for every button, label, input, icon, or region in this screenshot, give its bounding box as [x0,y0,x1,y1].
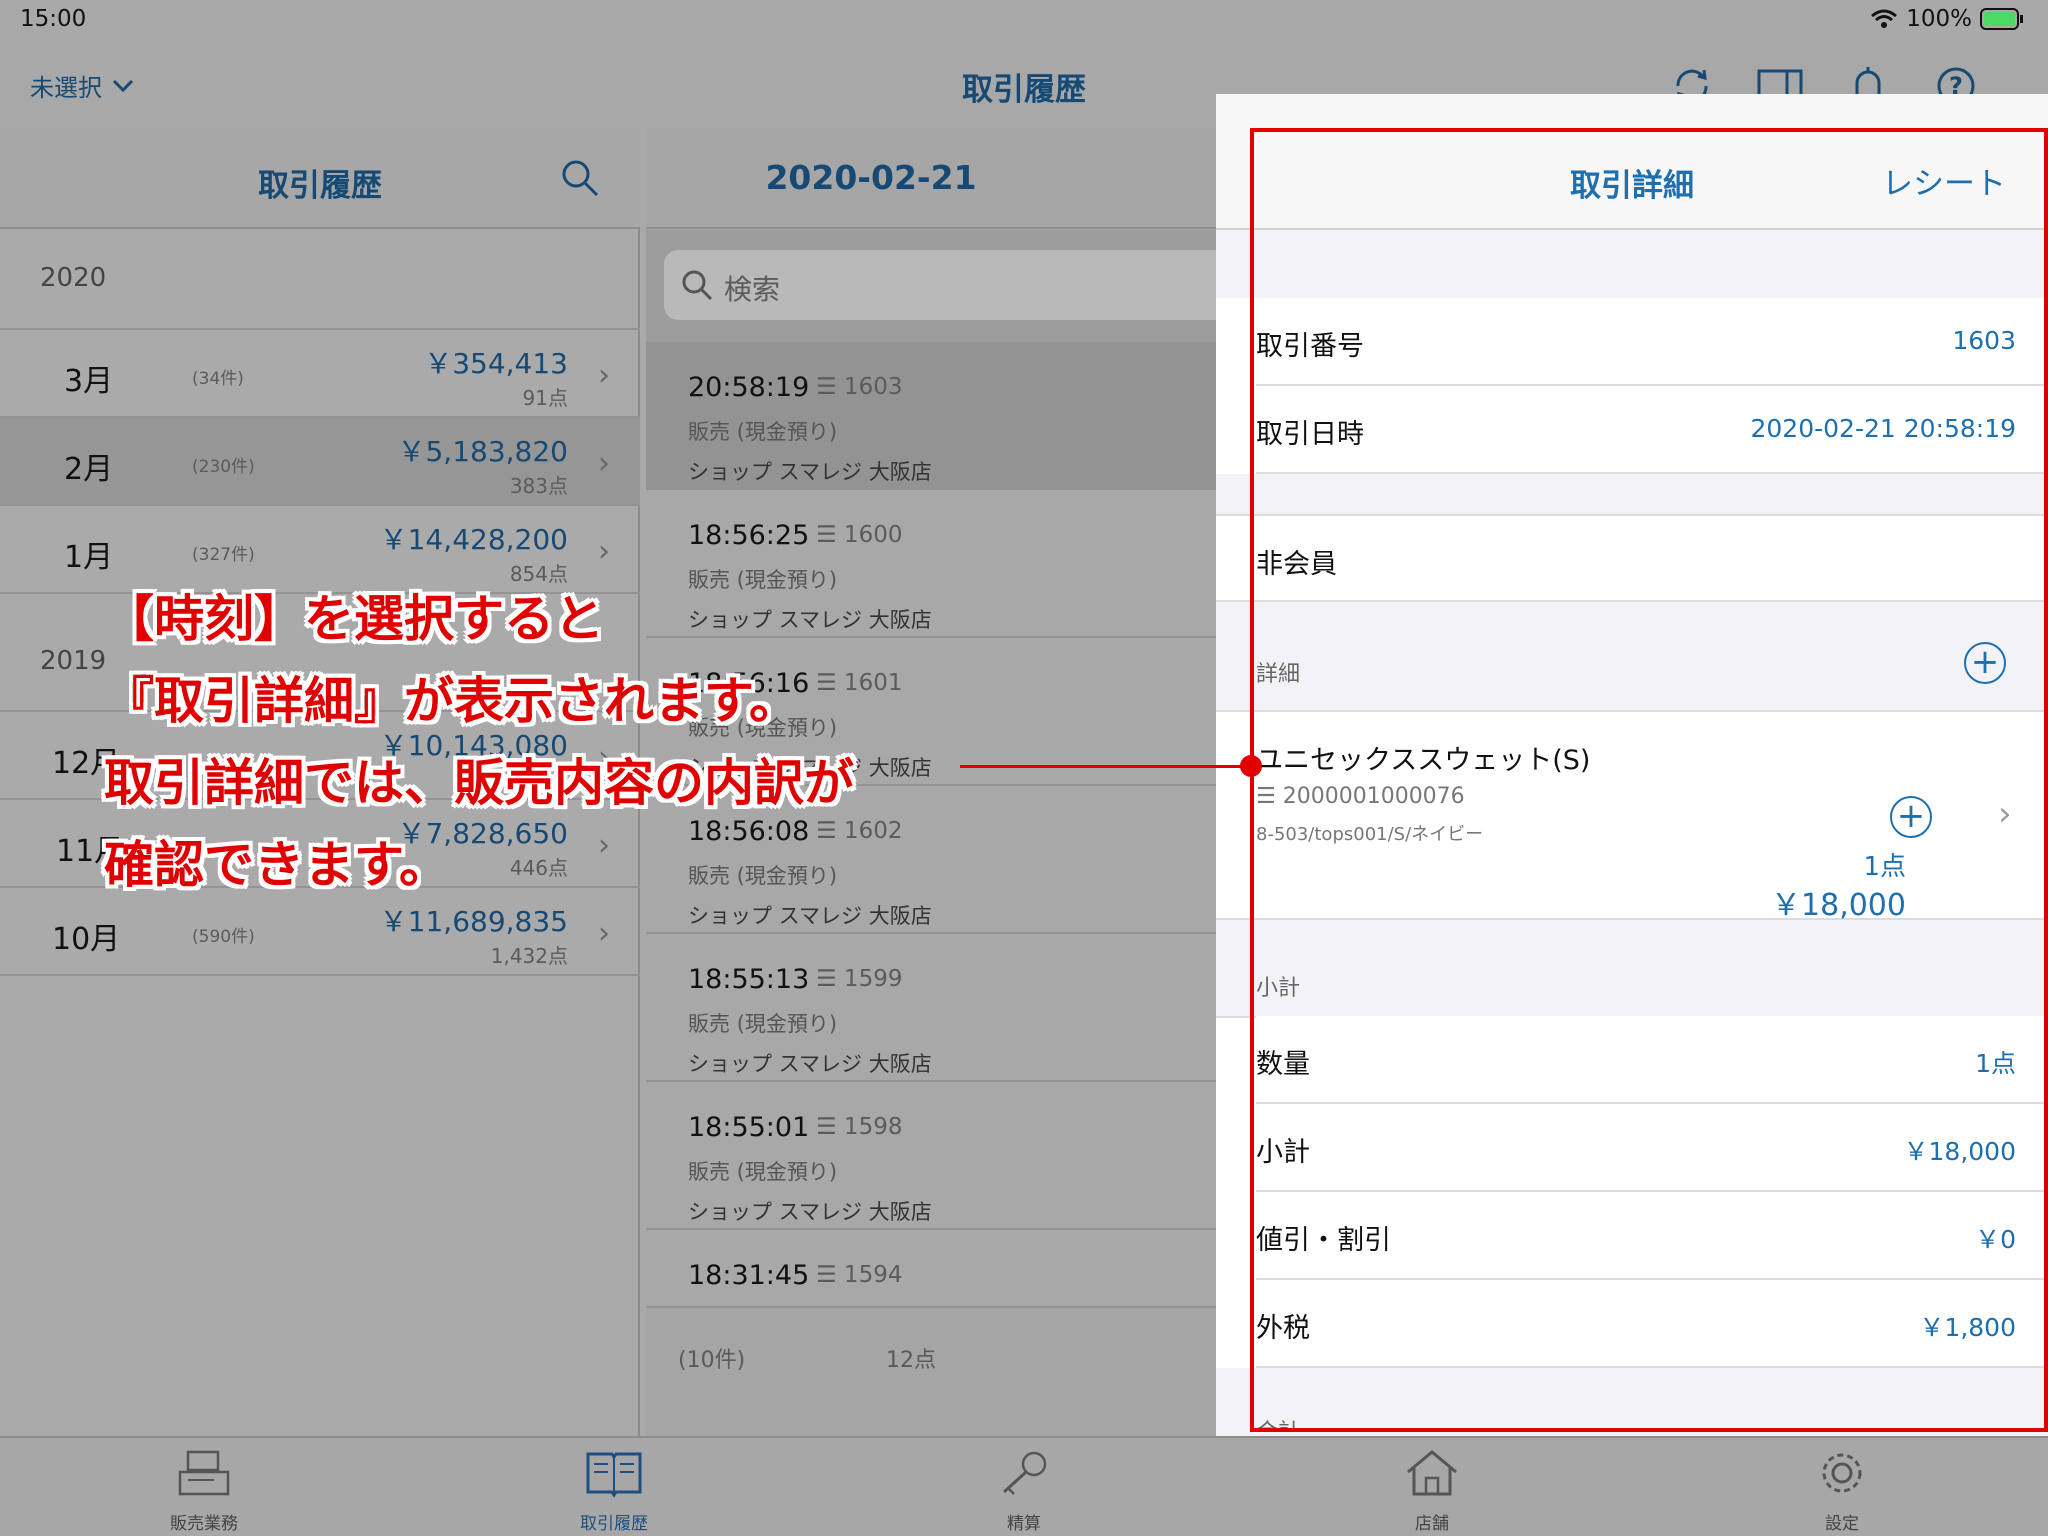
transaction-time: 18:55:01 [688,1112,810,1143]
month-amount: ￥354,413 [424,347,568,380]
transaction-number: ☰ 1603 [816,374,903,400]
month-count: (327件) [192,545,255,565]
status-time: 15:00 [20,6,87,32]
tab-label: 取引履歴 [580,1514,648,1534]
transaction-list-header: 2020-02-21 [646,128,1218,229]
month-points: 91点 [522,386,568,410]
status-bar: 15:00 100% [0,0,2048,40]
search-icon[interactable] [560,158,600,198]
transaction-number: ☰ 1598 [816,1114,903,1140]
highlight-box [1250,128,2048,1432]
chevron-right-icon: › [598,916,610,951]
month-count: (34件) [192,369,244,389]
gear-icon [1822,1453,1862,1493]
search-placeholder: 検索 [724,273,781,306]
battery-percent: 100% [1906,6,1972,32]
tab-label: 販売業務 [170,1514,238,1534]
transaction-row[interactable]: 18:55:13 ☰ 1599 販売 (現金預り) ショップ スマレジ 大阪店 [646,934,1218,1082]
callout-line [960,765,1252,768]
transaction-shop: ショップ スマレジ 大阪店 [688,1200,932,1224]
tab-settings[interactable]: 設定 [1772,1448,1912,1534]
month-label: 10月 [52,922,121,957]
chevron-right-icon: › [598,446,610,481]
chevron-right-icon: › [598,358,610,393]
transaction-type: 販売 (現金預り) [688,1012,838,1036]
year-section-2019: 2019 [40,646,107,676]
transaction-time: 20:58:19 [688,372,810,403]
transaction-shop: ショップ スマレジ 大阪店 [688,1052,932,1076]
transaction-row[interactable]: 18:31:45 ☰ 1594 販売 (現金預り) [646,1230,1218,1300]
transaction-time: 18:31:45 [688,1260,810,1291]
tab-label: 精算 [1007,1514,1041,1534]
month-amount: ￥11,689,835 [379,905,568,938]
tab-store[interactable]: 店舗 [1362,1448,1502,1534]
callout-dot [1240,755,1262,777]
month-list-title: 取引履歴 [258,168,382,204]
month-label: 1月 [64,540,114,575]
transaction-number: ☰ 1599 [816,966,903,992]
transaction-shop: ショップ スマレジ 大阪店 [688,460,932,484]
transaction-type: 販売 (現金預り) [688,1160,838,1184]
wifi-icon [1871,9,1898,28]
month-row-selected[interactable]: 2月 (230件) ￥5,183,820 383点 › [0,418,640,506]
month-count: (230件) [192,457,255,477]
month-points: 383点 [509,474,568,498]
transaction-footer: (10件) 12点 [646,1306,1218,1436]
search-icon [682,270,713,301]
transaction-date-title: 2020-02-21 [765,158,977,197]
home-icon [1407,1450,1457,1496]
transaction-time: 18:55:13 [688,964,810,995]
tab-label: 店舗 [1415,1514,1449,1534]
transaction-row-selected[interactable]: 20:58:19 ☰ 1603 販売 (現金預り) ショップ スマレジ 大阪店 [646,342,1218,490]
month-amount: ￥14,428,200 [379,523,568,556]
transaction-row[interactable]: 18:55:01 ☰ 1598 販売 (現金預り) ショップ スマレジ 大阪店 [646,1082,1218,1230]
tab-history[interactable]: 取引履歴 [544,1448,684,1534]
transaction-type: 販売 (現金預り) [688,420,838,444]
tab-label: 設定 [1825,1514,1859,1534]
tab-bar: 販売業務 取引履歴 精算 店舗 設定 [0,1436,2048,1536]
register-icon [178,1450,230,1496]
battery-icon [1980,8,2023,30]
year-section-2020: 2020 [40,263,107,293]
month-amount: ￥5,183,820 [397,435,568,468]
chevron-right-icon: › [598,534,610,569]
month-row[interactable]: 3月 (34件) ￥354,413 91点 › [0,330,640,418]
footer-points: 12点 [886,1348,936,1373]
footer-count: (10件) [678,1348,746,1373]
tab-sales[interactable]: 販売業務 [134,1448,274,1534]
month-label: 3月 [64,364,114,399]
transaction-number: ☰ 1600 [816,522,903,548]
status-right: 100% [1870,6,2024,32]
key-icon [1002,1451,1047,1495]
month-points: 1,432点 [490,944,568,968]
book-icon [586,1452,642,1498]
callout-text: 【時刻】を選択すると 『取引詳細』が表示されます。 取引詳細では、販売内容の内訳… [104,590,854,894]
transaction-number: ☰ 1594 [816,1262,903,1288]
month-count: (590件) [192,927,255,947]
transaction-time: 18:56:25 [688,520,810,551]
tab-settlement[interactable]: 精算 [954,1448,1094,1534]
month-list-header: 取引履歴 [0,128,640,229]
search-input[interactable]: 検索 [664,250,1264,320]
month-label: 2月 [64,452,114,487]
